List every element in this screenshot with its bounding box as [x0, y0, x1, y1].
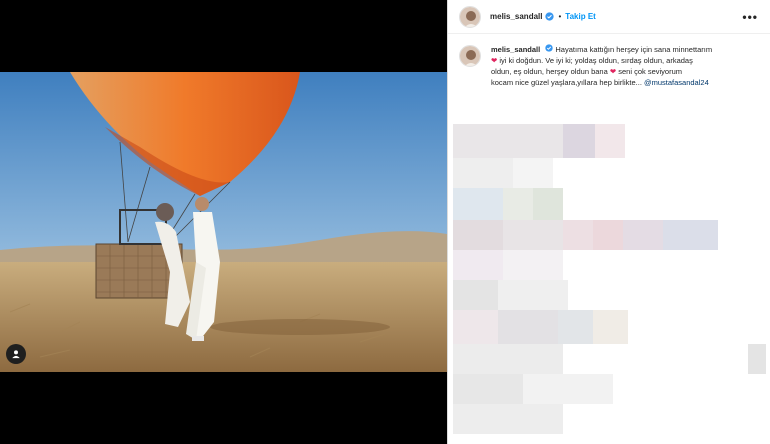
profile-photo-icon	[460, 6, 480, 27]
blur-block	[563, 124, 595, 158]
blur-block	[453, 158, 513, 188]
caption-line-1: Hayatıma kattığın herşey için sana minne…	[555, 45, 713, 54]
blur-block	[453, 220, 503, 250]
blur-block	[623, 220, 663, 250]
caption-line-5: kocam nice güzel yaşlara,yıllara hep bir…	[491, 78, 642, 87]
blur-block	[498, 280, 568, 310]
blur-block	[748, 344, 766, 374]
blur-block	[593, 310, 628, 344]
blur-block	[593, 220, 623, 250]
avatar[interactable]	[459, 5, 481, 28]
user-tag-button[interactable]	[6, 344, 26, 364]
blur-block	[453, 404, 563, 434]
caption-line-3: oldun, eş oldun, herşey oldun bana	[491, 67, 608, 76]
blur-block	[453, 188, 503, 220]
blur-block	[503, 188, 533, 220]
more-options-icon[interactable]: •••	[742, 10, 758, 24]
blur-block	[503, 250, 563, 280]
red-heart-icon: ❤	[491, 56, 498, 65]
verified-badge-icon	[545, 12, 555, 21]
blur-block	[453, 344, 563, 374]
red-heart-icon: ❤	[609, 67, 617, 76]
blur-block	[503, 220, 563, 250]
blur-block	[453, 310, 498, 344]
follow-button[interactable]: Takip Et	[565, 12, 596, 21]
blur-block	[558, 310, 593, 344]
caption-line-2: iyi ki doğdun. Ve iyi ki; yoldaş oldun, …	[499, 56, 693, 65]
blur-block	[453, 250, 503, 280]
blurred-comments	[448, 118, 770, 444]
balloon-couple-photo	[0, 72, 447, 372]
separator-dot: •	[558, 12, 562, 21]
blur-block	[453, 374, 523, 404]
caption-username[interactable]: melis_sandall	[491, 45, 540, 54]
user-tag-icon	[12, 350, 20, 359]
profile-photo-icon	[460, 46, 480, 66]
caption-text: melis_sandall Hayatıma kattığın herşey i…	[491, 44, 758, 88]
blur-block	[523, 374, 613, 404]
media-panel	[0, 0, 447, 444]
blur-block	[533, 188, 563, 220]
post-photo[interactable]	[0, 72, 447, 372]
blur-block	[498, 310, 558, 344]
blur-block	[453, 280, 498, 310]
post-header: melis_sandall • Takip Et •••	[448, 0, 770, 34]
blur-block	[513, 158, 553, 188]
caption-line-4: seni çok seviyorum	[618, 67, 683, 76]
username-link[interactable]: melis_sandall	[490, 12, 542, 21]
mention-link[interactable]: @mustafasandal24	[644, 78, 709, 87]
blur-block	[453, 124, 563, 158]
caption: melis_sandall Hayatıma kattığın herşey i…	[448, 34, 770, 88]
post-side-panel: melis_sandall • Takip Et ••• melis_sanda…	[447, 0, 770, 444]
blur-block	[595, 124, 625, 158]
blur-block	[563, 220, 593, 250]
caption-avatar[interactable]	[459, 45, 481, 67]
blur-block	[663, 220, 718, 250]
verified-badge-icon	[545, 44, 553, 52]
